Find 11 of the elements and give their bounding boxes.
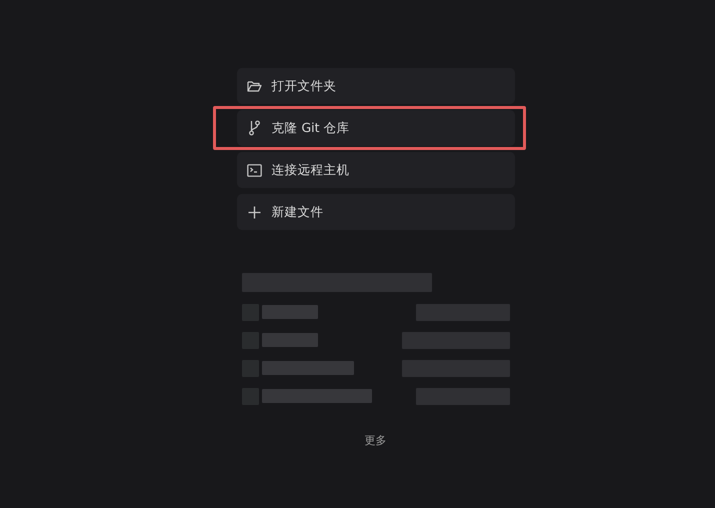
more-link[interactable]: 更多: [364, 433, 386, 448]
branch-icon: [246, 120, 262, 136]
menu-item[interactable]: 连接远程主机: [236, 152, 514, 188]
menu-item[interactable]: 克隆 Git 仓库: [236, 110, 514, 146]
terminal-icon: [246, 164, 262, 176]
plus-icon: [246, 206, 262, 218]
menu-item[interactable]: 打开文件夹: [236, 68, 514, 104]
redacted-block: [262, 305, 318, 319]
menu-item[interactable]: 新建文件: [236, 194, 514, 230]
redacted-block: [262, 333, 318, 347]
folder-icon: [246, 80, 262, 92]
